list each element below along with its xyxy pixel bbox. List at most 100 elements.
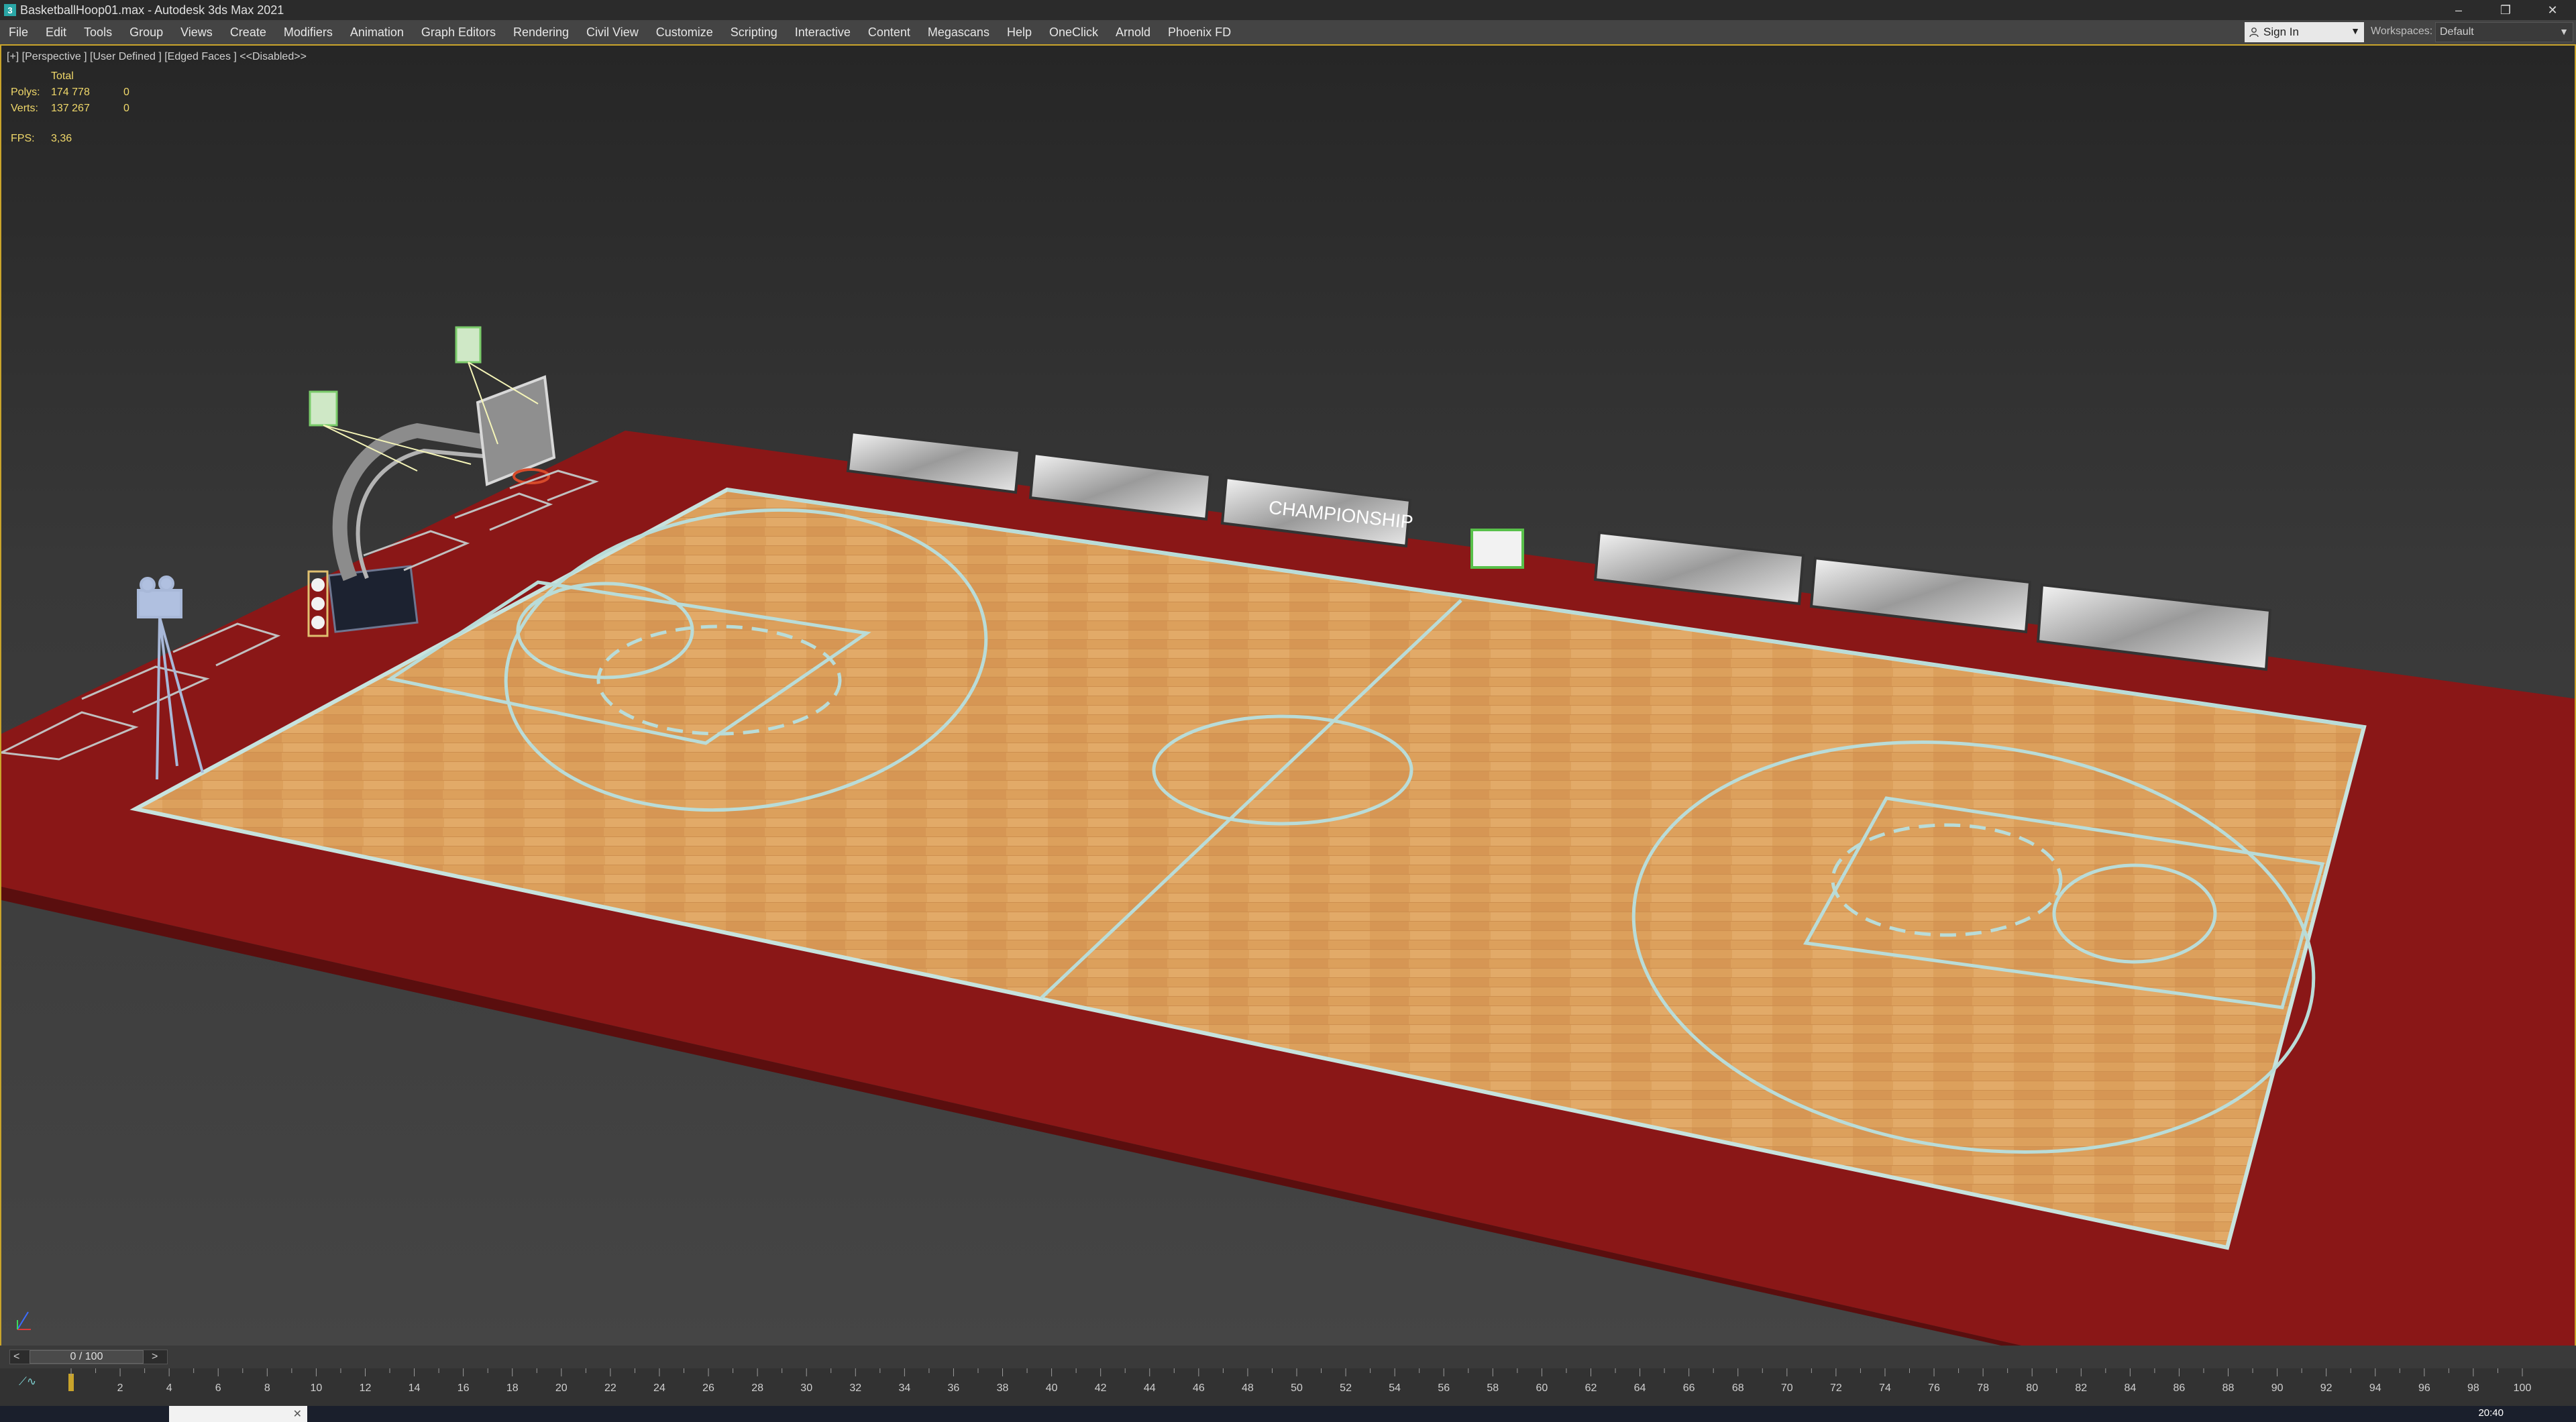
menu-tools[interactable]: Tools <box>75 25 121 40</box>
ruler-tick-label: 100 <box>2514 1382 2532 1394</box>
ruler-tick-label: 78 <box>1977 1382 1989 1394</box>
menu-animation[interactable]: Animation <box>341 25 413 40</box>
menu-file[interactable]: File <box>0 25 37 40</box>
verts-label: Verts: <box>11 103 38 114</box>
ruler-tick-label: 94 <box>2369 1382 2381 1394</box>
ruler-tick-label: 16 <box>458 1382 470 1394</box>
led-small-box <box>1470 529 1524 569</box>
ruler-tick-label: 66 <box>1683 1382 1695 1394</box>
close-icon[interactable]: ✕ <box>293 1407 302 1421</box>
scene-statistics: Total Polys: 174 778 0 Verts: 137 267 0 <box>11 68 150 117</box>
taskbar-app-tab[interactable]: ✕ <box>169 1406 307 1422</box>
ruler-tick-label: 6 <box>215 1382 221 1394</box>
menu-help[interactable]: Help <box>998 25 1040 40</box>
menu-edit[interactable]: Edit <box>37 25 75 40</box>
time-slider-next-button[interactable]: > <box>152 1351 158 1363</box>
ruler-tick-label: 64 <box>1634 1382 1646 1394</box>
ruler-tick-label: 46 <box>1193 1382 1205 1394</box>
ruler-tick-label: 40 <box>1046 1382 1058 1394</box>
menu-rendering[interactable]: Rendering <box>504 25 578 40</box>
window-title: BasketballHoop01.max - Autodesk 3ds Max … <box>20 3 284 17</box>
ruler-tick-label: 92 <box>2320 1382 2332 1394</box>
ruler-tick-label: 90 <box>2271 1382 2284 1394</box>
close-button[interactable]: ✕ <box>2529 0 2576 20</box>
ruler-tick-label: 38 <box>997 1382 1009 1394</box>
ruler-tick-label: 8 <box>264 1382 270 1394</box>
menu-arnold[interactable]: Arnold <box>1107 25 1159 40</box>
verts-total: 137 267 <box>51 103 90 114</box>
ruler-tick-label: 74 <box>1879 1382 1891 1394</box>
ruler-tick-label: 12 <box>360 1382 372 1394</box>
ruler-tick-label: 4 <box>166 1382 172 1394</box>
menu-bar: File Edit Tools Group Views Create Modif… <box>0 20 2576 44</box>
perspective-viewport[interactable]: CHAMPIONSHIP [+] [Perspective] [User De… <box>0 44 2576 1346</box>
frame-ruler: 2 4 6 8 10 12 14 16 18 20 22 24 26 28 30 32 34 36 38 40 42 44… <box>70 1368 2532 1394</box>
ruler-tick-label: 30 <box>800 1382 812 1394</box>
windows-taskbar: ✕ 20:40 <box>0 1406 2576 1422</box>
workspaces-label: Workspaces: <box>2371 25 2433 37</box>
menu-scripting[interactable]: Scripting <box>722 25 786 40</box>
fps-readout: FPS: 3,36 <box>11 133 72 145</box>
ruler-tick-label: 58 <box>1487 1382 1499 1394</box>
time-slider-bar: < 0 / 100 > <box>0 1346 2576 1368</box>
fps-value: 3,36 <box>51 133 72 144</box>
workspace-value: Default <box>2440 26 2474 38</box>
ruler-tick-label: 50 <box>1291 1382 1303 1394</box>
ruler-tick-label: 28 <box>751 1382 763 1394</box>
ruler-tick-label: 34 <box>898 1382 910 1394</box>
ruler-tick-label: 84 <box>2124 1382 2136 1394</box>
verts-selected: 0 <box>123 103 129 114</box>
ruler-tick-label: 42 <box>1095 1382 1107 1394</box>
ruler-tick-label: 86 <box>2174 1382 2186 1394</box>
restore-button[interactable]: ❐ <box>2482 0 2529 20</box>
scene-render: CHAMPIONSHIP <box>1 326 2575 1346</box>
ruler-tick-label: 24 <box>653 1382 665 1394</box>
stats-header: Total <box>51 70 74 82</box>
workspaces-select[interactable]: Default ▼ <box>2435 22 2573 42</box>
sign-in-label: Sign In <box>2263 25 2299 38</box>
ruler-tick-label: 70 <box>1781 1382 1793 1394</box>
polys-total: 174 778 <box>51 87 90 98</box>
menu-oneclick[interactable]: OneClick <box>1040 25 1107 40</box>
menu-views[interactable]: Views <box>172 25 221 40</box>
menu-modifiers[interactable]: Modifiers <box>275 25 341 40</box>
ruler-tick-label: 52 <box>1340 1382 1352 1394</box>
menu-graph-editors[interactable]: Graph Editors <box>413 25 504 40</box>
minimize-button[interactable]: – <box>2435 0 2482 20</box>
time-slider-prev-button[interactable]: < <box>13 1351 19 1363</box>
viewport-label[interactable]: [+] [Perspective ] [User Defined ] [Edge… <box>7 51 307 63</box>
ruler-tick-label: 60 <box>1536 1382 1548 1394</box>
ruler-tick-label: 26 <box>702 1382 714 1394</box>
menu-megascans[interactable]: Megascans <box>919 25 998 40</box>
menu-phoenix-fd[interactable]: Phoenix FD <box>1159 25 1240 40</box>
app-icon: 3 <box>4 4 16 16</box>
ruler-tick-label: 48 <box>1242 1382 1254 1394</box>
ruler-tick-label: 44 <box>1144 1382 1156 1394</box>
menu-customize[interactable]: Customize <box>647 25 722 40</box>
chevron-down-icon: ▼ <box>2351 25 2360 36</box>
ruler-tick-label: 96 <box>2418 1382 2430 1394</box>
ruler-tick-label: 56 <box>1438 1382 1450 1394</box>
menu-create[interactable]: Create <box>221 25 275 40</box>
ruler-tick-label: 54 <box>1389 1382 1401 1394</box>
time-slider-thumb[interactable]: 0 / 100 <box>30 1350 144 1364</box>
ruler-tick-label: 18 <box>506 1382 519 1394</box>
fps-label: FPS: <box>11 133 35 144</box>
ruler-tick-label: 36 <box>948 1382 960 1394</box>
track-bar[interactable]: ⟋∿ 2 4 6 8 10 12 14 16 18 20 22 24 26 28 30 32 34 36 38 40 4… <box>0 1368 2576 1406</box>
polys-label: Polys: <box>11 87 40 98</box>
ruler-tick-label: 76 <box>1928 1382 1940 1394</box>
axis-gizmo-icon <box>17 1311 31 1330</box>
menu-content[interactable]: Content <box>859 25 919 40</box>
user-icon <box>2249 28 2259 38</box>
sign-in-dropdown[interactable]: Sign In ▼ <box>2245 22 2364 42</box>
ruler-tick-label: 20 <box>555 1382 568 1394</box>
tray-clock: 20:40 <box>2478 1407 2504 1419</box>
menu-interactive[interactable]: Interactive <box>786 25 859 40</box>
polys-selected: 0 <box>123 87 129 98</box>
menu-group[interactable]: Group <box>121 25 172 40</box>
title-bar: 3 BasketballHoop01.max - Autodesk 3ds Ma… <box>0 0 2576 20</box>
ruler-tick-label: 10 <box>311 1382 323 1394</box>
menu-civil-view[interactable]: Civil View <box>578 25 647 40</box>
ruler-tick-label: 72 <box>1830 1382 1842 1394</box>
